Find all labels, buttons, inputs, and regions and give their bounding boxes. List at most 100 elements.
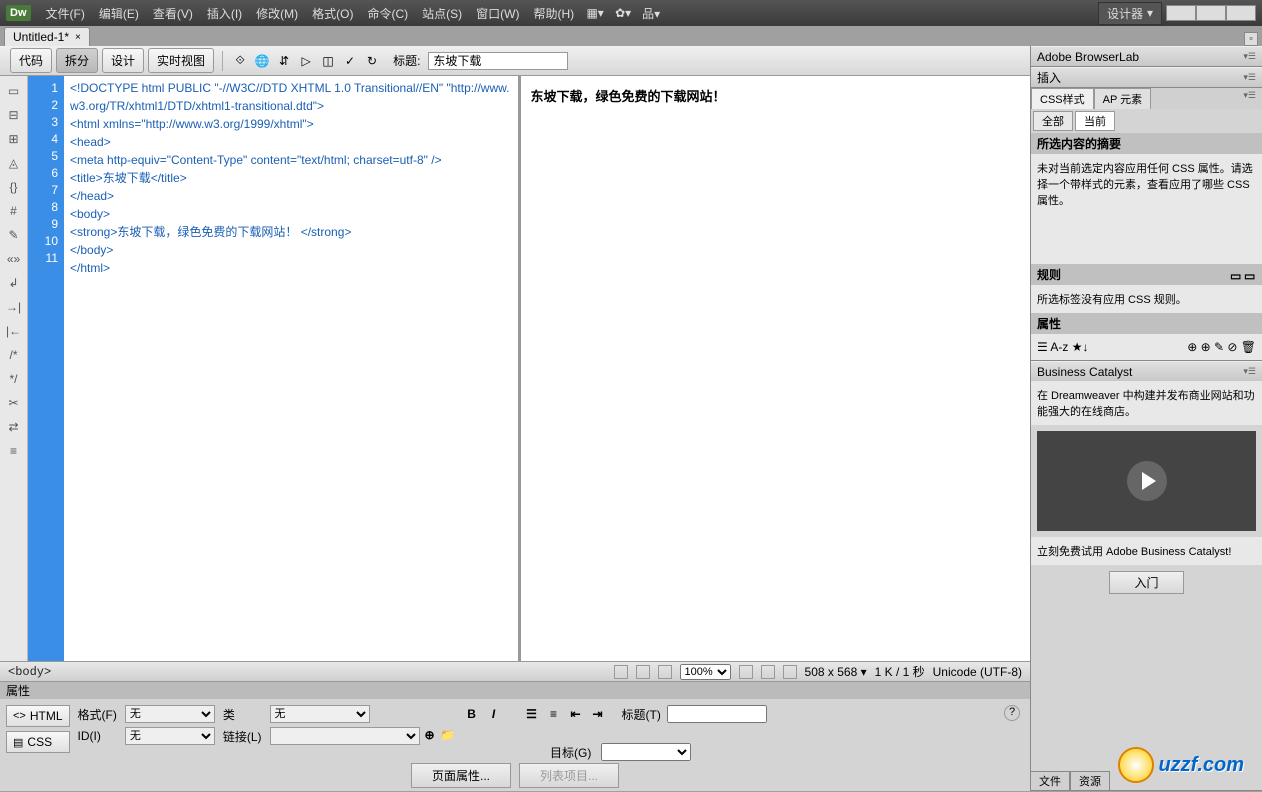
browser-preview-icon[interactable]: 🌐 (253, 52, 271, 70)
id-select[interactable]: 无 (125, 727, 215, 745)
close-tab-icon[interactable]: × (75, 32, 81, 43)
menu-file[interactable]: 文件(F) (39, 5, 92, 22)
extend-icon[interactable]: ✿▾ (613, 5, 633, 21)
ul-icon[interactable]: ☰ (524, 706, 540, 722)
document-tab[interactable]: Untitled-1* × (4, 27, 90, 46)
italic-icon[interactable]: I (486, 706, 502, 722)
format-label: 格式(F) (78, 706, 117, 723)
design-view-button[interactable]: 设计 (102, 48, 144, 73)
class-select[interactable]: 无 (270, 705, 370, 723)
expand-all-icon[interactable]: ⊞ (5, 130, 23, 148)
refresh-icon[interactable]: ↻ (363, 52, 381, 70)
assets-tab[interactable]: 资源 (1070, 771, 1110, 791)
attach-style-icon[interactable]: ⊕ ⊕ ✎ ⊘ 🗑 (1187, 340, 1256, 354)
menu-window[interactable]: 窗口(W) (469, 5, 526, 22)
title-input[interactable] (428, 52, 568, 70)
line-numbers-icon[interactable]: # (5, 202, 23, 220)
rules-icon1[interactable]: ▭ (1230, 269, 1242, 281)
visual-aids-icon[interactable]: ◫ (319, 52, 337, 70)
menu-modify[interactable]: 修改(M) (249, 5, 305, 22)
workspace-switcher[interactable]: 设计器 ▾ (1098, 2, 1162, 25)
menu-format[interactable]: 格式(O) (305, 5, 360, 22)
app-logo: Dw (6, 5, 31, 21)
link-browse-icon[interactable]: 📁 (440, 727, 456, 743)
recent-snippets-icon[interactable]: ✂ (5, 394, 23, 412)
menu-commands[interactable]: 命令(C) (360, 5, 415, 22)
indent-text-icon[interactable]: ⇥ (590, 706, 606, 722)
preview-debug-icon[interactable]: ▷ (297, 52, 315, 70)
insert-panel-header[interactable]: 插入▾☰ (1031, 67, 1262, 87)
dimensions-label[interactable]: 508 x 568 ▾ (805, 665, 867, 679)
rules-icon2[interactable]: ▭ (1244, 269, 1256, 281)
page-properties-button[interactable]: 页面属性... (411, 763, 511, 788)
code-view-button[interactable]: 代码 (10, 48, 52, 73)
help-icon[interactable]: ? (1004, 705, 1020, 721)
close-button[interactable]: ✕ (1226, 5, 1256, 21)
target-select[interactable] (601, 743, 691, 761)
live-view-button[interactable]: 实时视图 (148, 48, 214, 73)
bc-panel-header[interactable]: Business Catalyst▾☰ (1031, 361, 1262, 381)
outdent-text-icon[interactable]: ⇤ (568, 706, 584, 722)
window-size-icon[interactable] (739, 665, 753, 679)
design-content[interactable]: 东坡下载，绿色免费的下载网站！ (531, 89, 726, 104)
play-icon[interactable] (1127, 461, 1167, 501)
zoom-select[interactable]: 100% (680, 664, 731, 680)
watermark-text: uzzf.com (1158, 754, 1244, 777)
html-props-button[interactable]: <> HTML (6, 705, 70, 727)
code-pane[interactable]: 1234567891011 <!DOCTYPE html PUBLIC "-//… (28, 76, 519, 661)
code-editor[interactable]: <!DOCTYPE html PUBLIC "-//W3C//DTD XHTML… (64, 76, 518, 661)
device2-icon[interactable] (783, 665, 797, 679)
apply-comment-icon[interactable]: /* (5, 346, 23, 364)
menu-insert[interactable]: 插入(I) (200, 5, 249, 22)
device-icon[interactable] (761, 665, 775, 679)
live-code-icon[interactable]: ⟐ (231, 52, 249, 70)
site-icon[interactable]: 品▾ (641, 5, 661, 21)
files-tab[interactable]: 文件 (1030, 771, 1070, 791)
hand-tool-icon[interactable] (636, 665, 650, 679)
bc-enter-button[interactable]: 入门 (1109, 571, 1183, 594)
collapse-icon[interactable]: ⊟ (5, 106, 23, 124)
css-props-button[interactable]: ▤ CSS (6, 731, 70, 753)
bc-video-thumbnail[interactable] (1037, 431, 1256, 531)
show-category-icon[interactable]: ☰ A-z ★↓ (1037, 340, 1089, 354)
check-icon[interactable]: ✓ (341, 52, 359, 70)
outdent-icon[interactable]: |← (5, 322, 23, 340)
select-parent-icon[interactable]: ◬ (5, 154, 23, 172)
properties-header[interactable]: 属性 (0, 682, 1030, 699)
link-point-icon[interactable]: ⊕ (422, 727, 438, 743)
ap-elements-tab[interactable]: AP 元素 (1094, 88, 1152, 109)
browserlab-panel-header[interactable]: Adobe BrowserLab▾☰ (1031, 46, 1262, 66)
tag-selector[interactable]: <body> (8, 665, 51, 679)
word-wrap-icon[interactable]: ↲ (5, 274, 23, 292)
open-documents-icon[interactable]: ▭ (5, 82, 23, 100)
remove-comment-icon[interactable]: */ (5, 370, 23, 388)
menu-edit[interactable]: 编辑(E) (92, 5, 146, 22)
css-current-button[interactable]: 当前 (1075, 111, 1115, 131)
css-styles-tab[interactable]: CSS样式 (1031, 88, 1094, 109)
menu-help[interactable]: 帮助(H) (526, 5, 581, 22)
ol-icon[interactable]: ≡ (546, 706, 562, 722)
title-attr-input[interactable] (667, 705, 767, 723)
bc-text1: 在 Dreamweaver 中构建并发布商业网站和功能强大的在线商店。 (1031, 381, 1262, 425)
highlight-icon[interactable]: ✎ (5, 226, 23, 244)
design-pane[interactable]: 东坡下载，绿色免费的下载网站！ (519, 76, 1031, 661)
format-source-icon[interactable]: ≡ (5, 442, 23, 460)
balance-braces-icon[interactable]: {} (5, 178, 23, 196)
maximize-button[interactable]: □ (1196, 5, 1226, 21)
css-all-button[interactable]: 全部 (1033, 111, 1073, 131)
split-view-button[interactable]: 拆分 (56, 48, 98, 73)
zoom-tool-icon[interactable] (658, 665, 672, 679)
bold-icon[interactable]: B (464, 706, 480, 722)
select-tool-icon[interactable] (614, 665, 628, 679)
minimize-button[interactable]: — (1166, 5, 1196, 21)
syntax-icon[interactable]: «» (5, 250, 23, 268)
menu-view[interactable]: 查看(V) (146, 5, 200, 22)
indent-icon[interactable]: →| (5, 298, 23, 316)
layout-icon[interactable]: ▦▾ (585, 5, 605, 21)
menu-site[interactable]: 站点(S) (415, 5, 469, 22)
move-css-icon[interactable]: ⇄ (5, 418, 23, 436)
restore-document-icon[interactable]: ▫ (1244, 32, 1258, 46)
format-select[interactable]: 无 (125, 705, 215, 723)
file-management-icon[interactable]: ⇵ (275, 52, 293, 70)
link-select[interactable] (270, 727, 420, 745)
